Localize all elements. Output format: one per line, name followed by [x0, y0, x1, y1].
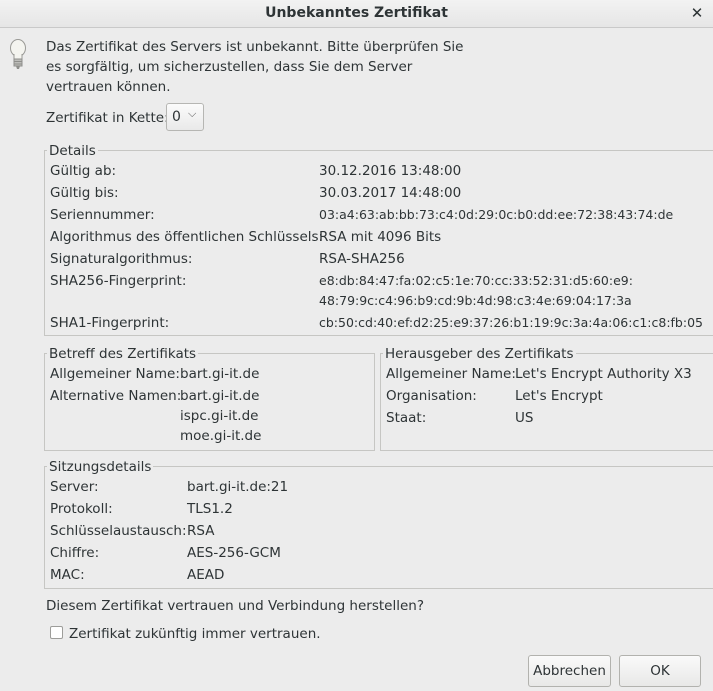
ok-button[interactable]: OK	[619, 655, 701, 687]
details-label: Gültig ab:	[50, 163, 117, 179]
details-legend: Details	[47, 143, 98, 159]
session-value: AEAD	[187, 567, 225, 583]
session-value: RSA	[187, 523, 215, 539]
cancel-button[interactable]: Abbrechen	[528, 655, 611, 687]
chain-label: Zertifikat in Kette:	[46, 110, 169, 126]
chevron-down-icon: ⌵	[188, 107, 197, 120]
details-value-cont: 48:79:9c:c4:96:b9:cd:9b:4d:98:c3:4e:69:0…	[319, 293, 632, 308]
session-label: Server:	[50, 479, 99, 495]
session-legend: Sitzungsdetails	[47, 459, 154, 475]
details-label: Seriennummer:	[50, 207, 155, 223]
details-value: 30.03.2017 14:48:00	[319, 185, 462, 201]
session-label: Protokoll:	[50, 501, 113, 517]
subject-alt-name: ispc.gi-it.de	[180, 408, 259, 424]
session-value: TLS1.2	[187, 501, 233, 517]
close-icon[interactable]: ✕	[687, 3, 707, 23]
trust-question: Diesem Zertifikat vertrauen und Verbindu…	[46, 598, 424, 614]
always-trust-label[interactable]: Zertifikat zukünftig immer vertrauen.	[69, 626, 321, 642]
issuer-label: Organisation:	[386, 388, 477, 404]
details-value: e8:db:84:47:fa:02:c5:1e:70:cc:33:52:31:d…	[319, 273, 633, 288]
title-bar: Unbekanntes Zertifikat ✕	[0, 0, 713, 28]
details-label: Signaturalgorithmus:	[50, 251, 193, 267]
subject-alt-name: bart.gi-it.de	[180, 388, 260, 404]
subject-label: Alternative Namen:	[50, 388, 182, 404]
chain-select-value: 0	[172, 109, 181, 125]
details-label: SHA256-Fingerprint:	[50, 273, 187, 289]
lightbulb-icon	[10, 39, 26, 69]
chain-select[interactable]: 0 ⌵	[166, 103, 204, 131]
issuer-value: US	[515, 410, 534, 426]
subject-label: Allgemeiner Name:	[50, 366, 180, 382]
session-value: bart.gi-it.de:21	[187, 479, 289, 495]
details-label: SHA1-Fingerprint:	[50, 315, 170, 331]
issuer-label: Allgemeiner Name:	[386, 366, 516, 382]
subject-legend: Betreff des Zertifikats	[47, 346, 199, 362]
issuer-legend: Herausgeber des Zertifikats	[383, 346, 576, 362]
window-title: Unbekanntes Zertifikat	[265, 5, 448, 21]
details-value: cb:50:cd:40:ef:d2:25:e9:37:26:b1:19:9c:3…	[319, 315, 703, 330]
details-value: RSA mit 4096 Bits	[319, 229, 442, 245]
details-label: Algorithmus des öffentlichen Schlüssels:	[50, 229, 324, 245]
session-label: Schlüsselaustausch:	[50, 523, 187, 539]
subject-alt-name: moe.gi-it.de	[180, 428, 262, 444]
session-value: AES-256-GCM	[187, 545, 281, 561]
issuer-value: Let's Encrypt Authority X3	[515, 366, 692, 382]
details-label: Gültig bis:	[50, 185, 119, 201]
session-label: Chiffre:	[50, 545, 100, 561]
message-text: Das Zertifikat des Servers ist unbekannt…	[46, 39, 464, 95]
details-value: 03:a4:63:ab:bb:73:c4:0d:29:0c:b0:dd:ee:7…	[319, 207, 674, 222]
subject-value: bart.gi-it.de	[180, 366, 260, 382]
issuer-label: Staat:	[386, 410, 427, 426]
session-label: MAC:	[50, 567, 85, 583]
details-value: RSA-SHA256	[319, 251, 405, 267]
issuer-value: Let's Encrypt	[515, 388, 603, 404]
details-value: 30.12.2016 13:48:00	[319, 163, 462, 179]
always-trust-checkbox[interactable]	[50, 626, 63, 639]
